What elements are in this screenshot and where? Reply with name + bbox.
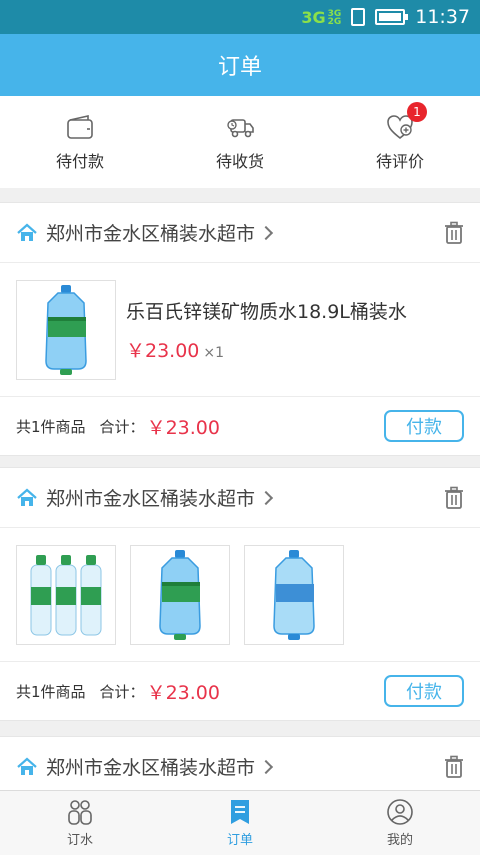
water-jug-image [159, 549, 201, 640]
trash-icon[interactable] [444, 755, 464, 779]
total-amount: ￥23.00 [146, 416, 220, 439]
home-icon [17, 757, 37, 775]
sim-icon [351, 8, 366, 26]
water-jug-image [45, 284, 87, 375]
nav-label: 我的 [386, 833, 413, 848]
tab-pending-receipt[interactable]: 待收货 [160, 96, 320, 188]
pay-button[interactable]: 付款 [384, 410, 464, 442]
product-thumbnail[interactable] [16, 544, 116, 645]
shop-name[interactable]: 郑州市金水区桶装水超市 [46, 484, 255, 511]
order-item[interactable]: 乐百氏锌镁矿物质水18.9L桶装水 ￥23.00 ×1 [0, 263, 480, 397]
home-icon [17, 223, 37, 241]
page-title: 订单 [217, 55, 262, 80]
nav-order-water[interactable]: 订水 [0, 791, 160, 855]
trash-icon[interactable] [444, 221, 464, 245]
product-thumbnail[interactable] [16, 279, 116, 380]
pay-button[interactable]: 付款 [384, 675, 464, 707]
tab-label: 待付款 [55, 152, 104, 171]
tab-pending-review[interactable]: 1 待评价 [320, 96, 480, 188]
order-items[interactable] [0, 528, 480, 662]
shop-name[interactable]: 郑州市金水区桶装水超市 [46, 219, 255, 246]
total-amount: ￥23.00 [146, 681, 220, 704]
order-footer: 共1件商品 合计： ￥23.00 付款 [0, 397, 480, 455]
product-quantity: ×1 [203, 344, 225, 361]
profile-icon [387, 799, 413, 825]
tab-pending-payment[interactable]: 待付款 [0, 96, 160, 188]
bottom-navigation: 订水 订单 我的 [0, 790, 480, 855]
product-info: 乐百氏锌镁矿物质水18.9L桶装水 ￥23.00 ×1 [126, 297, 407, 363]
page-title-bar: 订单 [0, 34, 480, 96]
product-name[interactable]: 乐百氏锌镁矿物质水18.9L桶装水 [126, 297, 407, 324]
product-thumbnail[interactable] [130, 544, 230, 645]
nav-profile[interactable]: 我的 [320, 791, 480, 855]
total-label: 合计： [99, 417, 145, 436]
people-icon [68, 800, 92, 825]
order-card: 郑州市金水区桶装水超市 乐百氏锌镁矿物质水18.9L桶装水 ￥23.00×1 [0, 202, 480, 456]
nav-label: 订水 [66, 833, 93, 848]
delivery-truck-icon [227, 119, 254, 138]
order-card: 郑州市金水区桶装水超市 [0, 467, 480, 721]
chevron-right-icon [258, 490, 274, 505]
tab-label: 待评价 [375, 152, 424, 171]
water-jug-image [273, 549, 315, 640]
trash-icon[interactable] [444, 486, 464, 510]
item-count: 共1件商品 [16, 417, 86, 436]
order-header[interactable]: 郑州市金水区桶装水超市 [0, 737, 480, 797]
order-header[interactable]: 郑州市金水区桶装水超市 [0, 468, 480, 528]
order-status-tabs: 待付款 待收货 1 待评价 [0, 96, 480, 188]
wallet-icon [67, 115, 93, 139]
chevron-right-icon [258, 759, 274, 774]
home-icon [17, 488, 37, 506]
product-price: ￥23.00 [126, 339, 200, 362]
order-list-icon [231, 800, 249, 824]
total-label: 合计： [99, 682, 145, 701]
chevron-right-icon [258, 225, 274, 240]
order-header[interactable]: 郑州市金水区桶装水超市 [0, 203, 480, 263]
battery-icon [375, 9, 409, 25]
item-count: 共1件商品 [16, 682, 86, 701]
nav-label: 订单 [226, 833, 253, 848]
network-indicator: 3G 3G 2G [301, 7, 342, 27]
clock: 11:37 [415, 6, 470, 28]
notification-badge: 1 [407, 102, 427, 122]
bottled-water-pack-image [30, 554, 102, 635]
nav-orders[interactable]: 订单 [160, 791, 320, 855]
product-thumbnail[interactable] [244, 544, 344, 645]
order-footer: 共1件商品 合计： ￥23.00 付款 [0, 662, 480, 720]
shop-name[interactable]: 郑州市金水区桶装水超市 [46, 753, 255, 780]
order-card: 郑州市金水区桶装水超市 [0, 736, 480, 798]
status-bar: 3G 3G 2G 11:37 [0, 0, 480, 34]
tab-label: 待收货 [215, 152, 264, 171]
